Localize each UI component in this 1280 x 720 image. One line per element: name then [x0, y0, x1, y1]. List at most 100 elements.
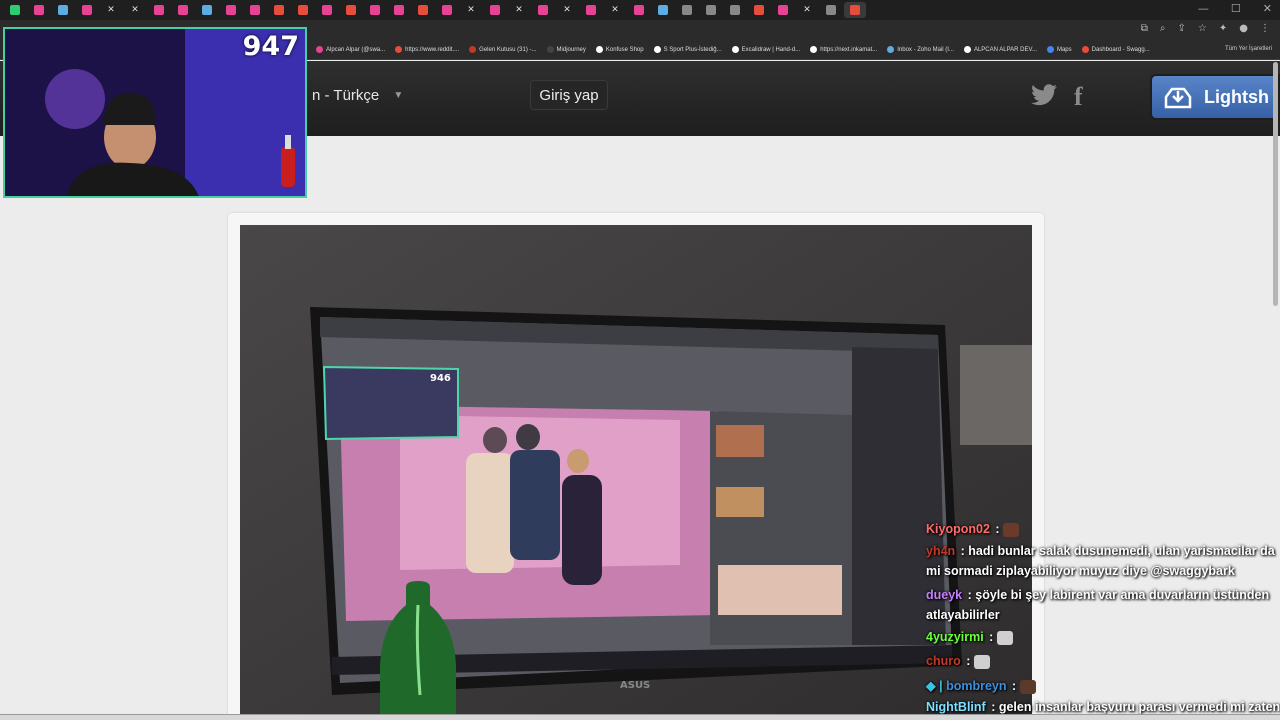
browser-tab[interactable]	[172, 2, 194, 18]
chat-username[interactable]: NightBlinf	[926, 700, 986, 714]
browser-tab[interactable]	[700, 2, 722, 18]
tab-favicon-icon: ✕	[515, 5, 523, 15]
browser-tab[interactable]	[316, 2, 338, 18]
browser-tab[interactable]: ✕	[604, 2, 626, 18]
browser-tab[interactable]	[340, 2, 362, 18]
bookmark-item[interactable]: https://next.inkamat...	[810, 46, 877, 53]
twitter-icon[interactable]	[1031, 84, 1057, 106]
bookmark-item[interactable]: Maps	[1046, 46, 1072, 53]
bookmark-label: Maps	[1056, 46, 1072, 53]
facebook-icon[interactable]: f	[1074, 82, 1083, 112]
browser-tab[interactable]	[388, 2, 410, 18]
bookmark-item[interactable]: Alpcan Alpar (@swa...	[316, 46, 385, 53]
browser-tab[interactable]	[196, 2, 218, 18]
bookmark-item[interactable]: https://www.reddit....	[395, 46, 459, 53]
bookmark-item[interactable]: S Sport Plus-İstediğ...	[653, 46, 722, 53]
browser-tab[interactable]: ✕	[796, 2, 818, 18]
bookmark-item[interactable]: Gelen Kutusu (31) -...	[469, 46, 537, 53]
bookmark-label: Dashboard - Swagg...	[1091, 46, 1150, 53]
bookmark-favicon-icon	[469, 46, 477, 53]
profile-icon[interactable]: ●	[1239, 23, 1248, 34]
browser-tab[interactable]	[412, 2, 434, 18]
bookmark-item[interactable]: Inbox - Zoho Mail (I...	[887, 46, 954, 53]
bookmark-item[interactable]: ALPCAN ALPAR DEV...	[963, 46, 1037, 53]
bookmark-label: Gelen Kutusu (31) -...	[479, 46, 537, 53]
menu-icon[interactable]: ⋮	[1260, 23, 1270, 34]
chat-emote-icon	[1003, 522, 1020, 537]
browser-tab[interactable]	[292, 2, 314, 18]
browser-tab[interactable]	[220, 2, 242, 18]
bookmark-label: Inbox - Zoho Mail (I...	[897, 46, 954, 53]
inner-counter: 946	[430, 373, 451, 384]
browser-tab[interactable]	[532, 2, 554, 18]
chat-username[interactable]: 4yuzyirmi	[926, 630, 984, 644]
close-icon[interactable]: ✕	[1263, 2, 1272, 15]
browser-tab[interactable]	[148, 2, 170, 18]
bookmark-favicon-icon	[1046, 46, 1054, 53]
chat-username[interactable]: dueyk	[926, 588, 962, 602]
chat-emote-icon	[973, 654, 990, 669]
browser-tab[interactable]	[652, 2, 674, 18]
bookmark-label: Konfuse Shop	[605, 46, 644, 53]
bookmark-item[interactable]: Dashboard - Swagg...	[1081, 46, 1150, 53]
browser-tab[interactable]	[244, 2, 266, 18]
bookmark-favicon-icon	[653, 46, 661, 53]
bookmark-item[interactable]: Midjourney	[546, 46, 586, 53]
maximize-icon[interactable]: ☐	[1231, 2, 1241, 15]
browser-tab[interactable]	[436, 2, 458, 18]
zoom-icon[interactable]: ⌕	[1160, 23, 1166, 34]
chat-separator: :	[1008, 679, 1020, 693]
browser-tab[interactable]: ✕	[100, 2, 122, 18]
browser-tab[interactable]	[4, 2, 26, 18]
login-button[interactable]: Giriş yap	[530, 80, 608, 110]
bookmark-item[interactable]: Excalidraw | Hand-d...	[731, 46, 800, 53]
language-selector[interactable]: n - Türkçe ▼	[312, 82, 407, 110]
browser-tab[interactable]	[820, 2, 842, 18]
browser-tab[interactable]	[748, 2, 770, 18]
chat-message: NightBlinf : gelen insanlar başvuru para…	[926, 700, 1280, 714]
browser-tab[interactable]	[52, 2, 74, 18]
minimize-icon[interactable]: —	[1198, 2, 1209, 15]
cast-icon[interactable]: ⧉	[1141, 23, 1148, 34]
browser-tab[interactable]: ✕	[556, 2, 578, 18]
tab-favicon-icon	[538, 5, 548, 15]
chat-message: atlayabilirler	[926, 608, 1000, 622]
chat-username[interactable]: bombreyn	[946, 679, 1006, 693]
tab-favicon-icon	[226, 5, 236, 15]
chat-username[interactable]: yh4n	[926, 544, 955, 558]
lightshot-download-button[interactable]: Lightsh	[1150, 74, 1280, 120]
browser-tab[interactable]	[844, 2, 866, 18]
browser-tab[interactable]	[772, 2, 794, 18]
chat-username[interactable]: churo	[926, 654, 961, 668]
bookmark-label: S Sport Plus-İstediğ...	[663, 46, 722, 53]
page-scrollbar[interactable]	[1273, 62, 1278, 306]
browser-tab[interactable]	[628, 2, 650, 18]
bookmark-item[interactable]: Konfuse Shop	[595, 46, 644, 53]
browser-tab[interactable]	[724, 2, 746, 18]
browser-tab[interactable]	[268, 2, 290, 18]
screenshot-image: ASUS 946	[240, 225, 1032, 720]
share-icon[interactable]: ⇪	[1178, 23, 1186, 34]
lightshot-label: Lightsh	[1204, 86, 1269, 107]
download-icon	[1164, 87, 1192, 109]
all-bookmarks-link[interactable]: Tüm Yer İşaretleri	[1225, 46, 1272, 52]
chat-username[interactable]: Kiyopon02	[926, 522, 990, 536]
browser-tab[interactable]	[580, 2, 602, 18]
tab-favicon-icon	[490, 5, 500, 15]
chat-message: 4yuzyirmi :	[926, 630, 1013, 645]
viewer-counter: 947	[242, 31, 299, 62]
browser-tab[interactable]	[76, 2, 98, 18]
badge-icon: ◆ |	[926, 679, 947, 693]
browser-tab[interactable]	[28, 2, 50, 18]
tab-favicon-icon	[586, 5, 596, 15]
browser-tab[interactable]: ✕	[460, 2, 482, 18]
browser-tab[interactable]: ✕	[124, 2, 146, 18]
browser-tab[interactable]: ✕	[508, 2, 530, 18]
browser-tab[interactable]	[364, 2, 386, 18]
bookmark-star-icon[interactable]: ☆	[1198, 23, 1207, 34]
tab-favicon-icon	[394, 5, 404, 15]
browser-tab[interactable]	[484, 2, 506, 18]
browser-tab[interactable]	[676, 2, 698, 18]
tab-favicon-icon	[346, 5, 356, 15]
extensions-icon[interactable]: ✦	[1219, 23, 1227, 34]
